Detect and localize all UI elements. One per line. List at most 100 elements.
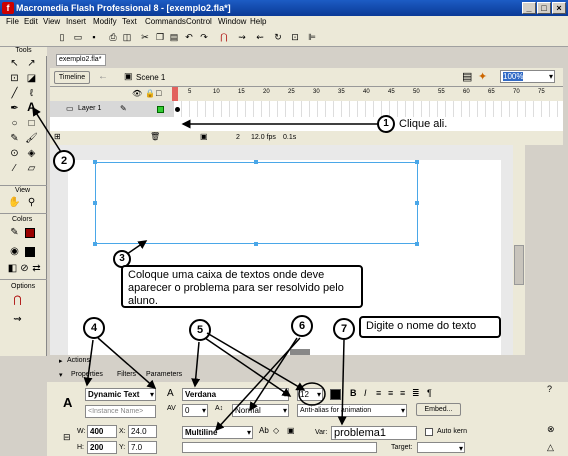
ink-bottle-tool-icon[interactable]: ⊙ — [7, 146, 22, 161]
new-file-icon[interactable]: ▯ — [56, 31, 68, 43]
text-tool-icon[interactable]: A — [24, 100, 39, 115]
text-type-select[interactable]: Dynamic Text — [85, 388, 156, 401]
edit-symbol-icon[interactable]: ✦ — [478, 70, 487, 83]
stroke-color-icon[interactable]: ✎ — [7, 225, 22, 240]
line-tool-icon[interactable]: ╱ — [7, 86, 22, 101]
var-input[interactable]: problema1 — [331, 426, 417, 440]
frame-row[interactable] — [174, 101, 563, 117]
zoom-tool-icon[interactable]: ⚲ — [24, 195, 39, 210]
eraser-tool-icon[interactable]: ▱ — [24, 161, 39, 176]
help-icon[interactable]: ? — [547, 384, 552, 394]
smooth-option-icon[interactable]: ⇝ — [10, 312, 25, 327]
italic-button[interactable]: I — [364, 388, 367, 398]
minimize-button[interactable]: _ — [522, 2, 536, 14]
snap-magnet-icon[interactable]: ⋂ — [218, 31, 230, 43]
textbox-handle[interactable] — [415, 242, 419, 246]
expand-properties-icon[interactable]: △ — [547, 442, 554, 453]
playhead[interactable] — [172, 87, 178, 101]
copy-icon[interactable]: ❐ — [154, 31, 166, 43]
tab-parameters[interactable]: Parameters — [146, 371, 182, 378]
rectangle-tool-icon[interactable]: □ — [24, 116, 39, 131]
straighten-icon[interactable]: ⇜ — [254, 31, 266, 43]
align-right-icon[interactable]: ≡ — [400, 388, 405, 398]
save-icon[interactable]: ▪ — [88, 31, 100, 43]
brush-tool-icon[interactable]: 🖌 — [24, 131, 39, 146]
embed-button[interactable]: Embed... — [416, 403, 461, 416]
align-center-icon[interactable]: ≡ — [388, 388, 393, 398]
lock-aspect-icon[interactable]: ⊟ — [63, 432, 71, 443]
paste-icon[interactable]: ▤ — [168, 31, 180, 43]
eyedropper-tool-icon[interactable]: ⁄ — [7, 161, 22, 176]
actions-panel-header[interactable]: ▸ Actions — [47, 356, 568, 367]
scene-label[interactable]: Scene 1 — [136, 73, 165, 82]
width-input[interactable]: 400 — [87, 425, 117, 438]
lasso-tool-icon[interactable]: ℓ — [24, 86, 39, 101]
paint-bucket-tool-icon[interactable]: ◈ — [24, 146, 39, 161]
auto-kern-checkbox[interactable] — [425, 428, 433, 436]
textbox-handle[interactable] — [415, 201, 419, 205]
onion-skin-icon[interactable]: ▣ — [200, 132, 208, 141]
menu-modify[interactable]: Modify — [93, 17, 117, 26]
text-color-swatch[interactable] — [330, 389, 341, 400]
menu-commands[interactable]: Commands — [145, 17, 186, 26]
letter-spacing-select[interactable]: 0 — [182, 404, 208, 417]
snap-option-icon[interactable]: ⋂ — [10, 293, 25, 308]
cut-icon[interactable]: ✂ — [139, 31, 151, 43]
insert-layer-icon[interactable]: ⊞ — [54, 132, 61, 141]
frame-ruler[interactable]: 5 10 15 20 25 30 35 40 45 50 55 60 65 70 75 — [172, 87, 563, 101]
back-arrow-icon[interactable]: ← — [98, 71, 108, 82]
timeline-toggle-button[interactable]: Timeline — [54, 71, 90, 84]
position-select[interactable]: Normal — [232, 404, 289, 417]
close-button[interactable]: × — [552, 2, 566, 14]
font-select[interactable]: Verdana — [182, 388, 289, 401]
oval-tool-icon[interactable]: ○ — [7, 116, 22, 131]
hand-tool-icon[interactable]: ✋ — [7, 195, 22, 210]
font-size-select[interactable]: 12 — [297, 388, 323, 401]
textbox-handle[interactable] — [254, 242, 258, 246]
eye-icon[interactable]: 👁 — [132, 89, 142, 98]
fill-color-swatch[interactable] — [25, 247, 35, 257]
subselect-tool-icon[interactable]: ↗ — [24, 56, 39, 71]
format-options-icon[interactable]: ¶ — [427, 388, 432, 398]
x-input[interactable]: 24.0 — [128, 425, 157, 438]
target-select[interactable] — [417, 442, 465, 454]
height-input[interactable]: 200 — [87, 441, 117, 454]
scale-icon[interactable]: ⊡ — [289, 31, 301, 43]
expand-panel-icon[interactable]: ⊗ — [547, 424, 555, 435]
panel-resize-handle[interactable] — [290, 349, 310, 355]
edit-scene-icon[interactable]: ▤ — [462, 70, 472, 83]
keyframe[interactable] — [175, 107, 180, 112]
dynamic-textbox[interactable] — [95, 162, 418, 244]
document-tab[interactable]: exemplo2.fla* — [56, 54, 106, 66]
stroke-color-swatch[interactable] — [25, 228, 35, 238]
menu-edit[interactable]: Edit — [24, 17, 38, 26]
fill-color-icon[interactable]: ◉ — [7, 244, 22, 259]
delete-layer-icon[interactable]: 🗑 — [150, 132, 160, 141]
instance-name-input[interactable]: <Instance Name> — [85, 405, 156, 418]
textbox-handle[interactable] — [254, 160, 258, 164]
y-input[interactable]: 7.0 — [128, 441, 157, 454]
border-icon[interactable]: ▣ — [287, 426, 295, 435]
maximize-button[interactable]: □ — [537, 2, 551, 14]
menu-insert[interactable]: Insert — [66, 17, 86, 26]
menu-window[interactable]: Window — [218, 17, 246, 26]
smooth-icon[interactable]: ⇝ — [236, 31, 248, 43]
redo-icon[interactable]: ↷ — [198, 31, 210, 43]
layer-name[interactable]: Layer 1 — [78, 105, 101, 112]
print-icon[interactable]: ⎙ — [107, 31, 119, 43]
bold-button[interactable]: B — [350, 388, 357, 398]
textbox-handle[interactable] — [93, 160, 97, 164]
zoom-select[interactable]: 100% — [500, 70, 555, 83]
tab-filters[interactable]: Filters — [117, 371, 136, 378]
outline-icon[interactable]: □ — [156, 88, 161, 98]
free-transform-tool-icon[interactable]: ⊡ — [7, 71, 22, 86]
menu-control[interactable]: Control — [186, 17, 212, 26]
textbox-handle[interactable] — [93, 242, 97, 246]
textbox-handle[interactable] — [415, 160, 419, 164]
anti-alias-select[interactable]: Anti-alias for animation — [297, 404, 407, 417]
open-folder-icon[interactable]: ▭ — [72, 31, 84, 43]
fill-transform-tool-icon[interactable]: ◪ — [24, 71, 39, 86]
render-html-icon[interactable]: ◇ — [273, 426, 279, 435]
scroll-thumb[interactable] — [514, 245, 524, 285]
layer-color-box[interactable] — [157, 106, 164, 113]
